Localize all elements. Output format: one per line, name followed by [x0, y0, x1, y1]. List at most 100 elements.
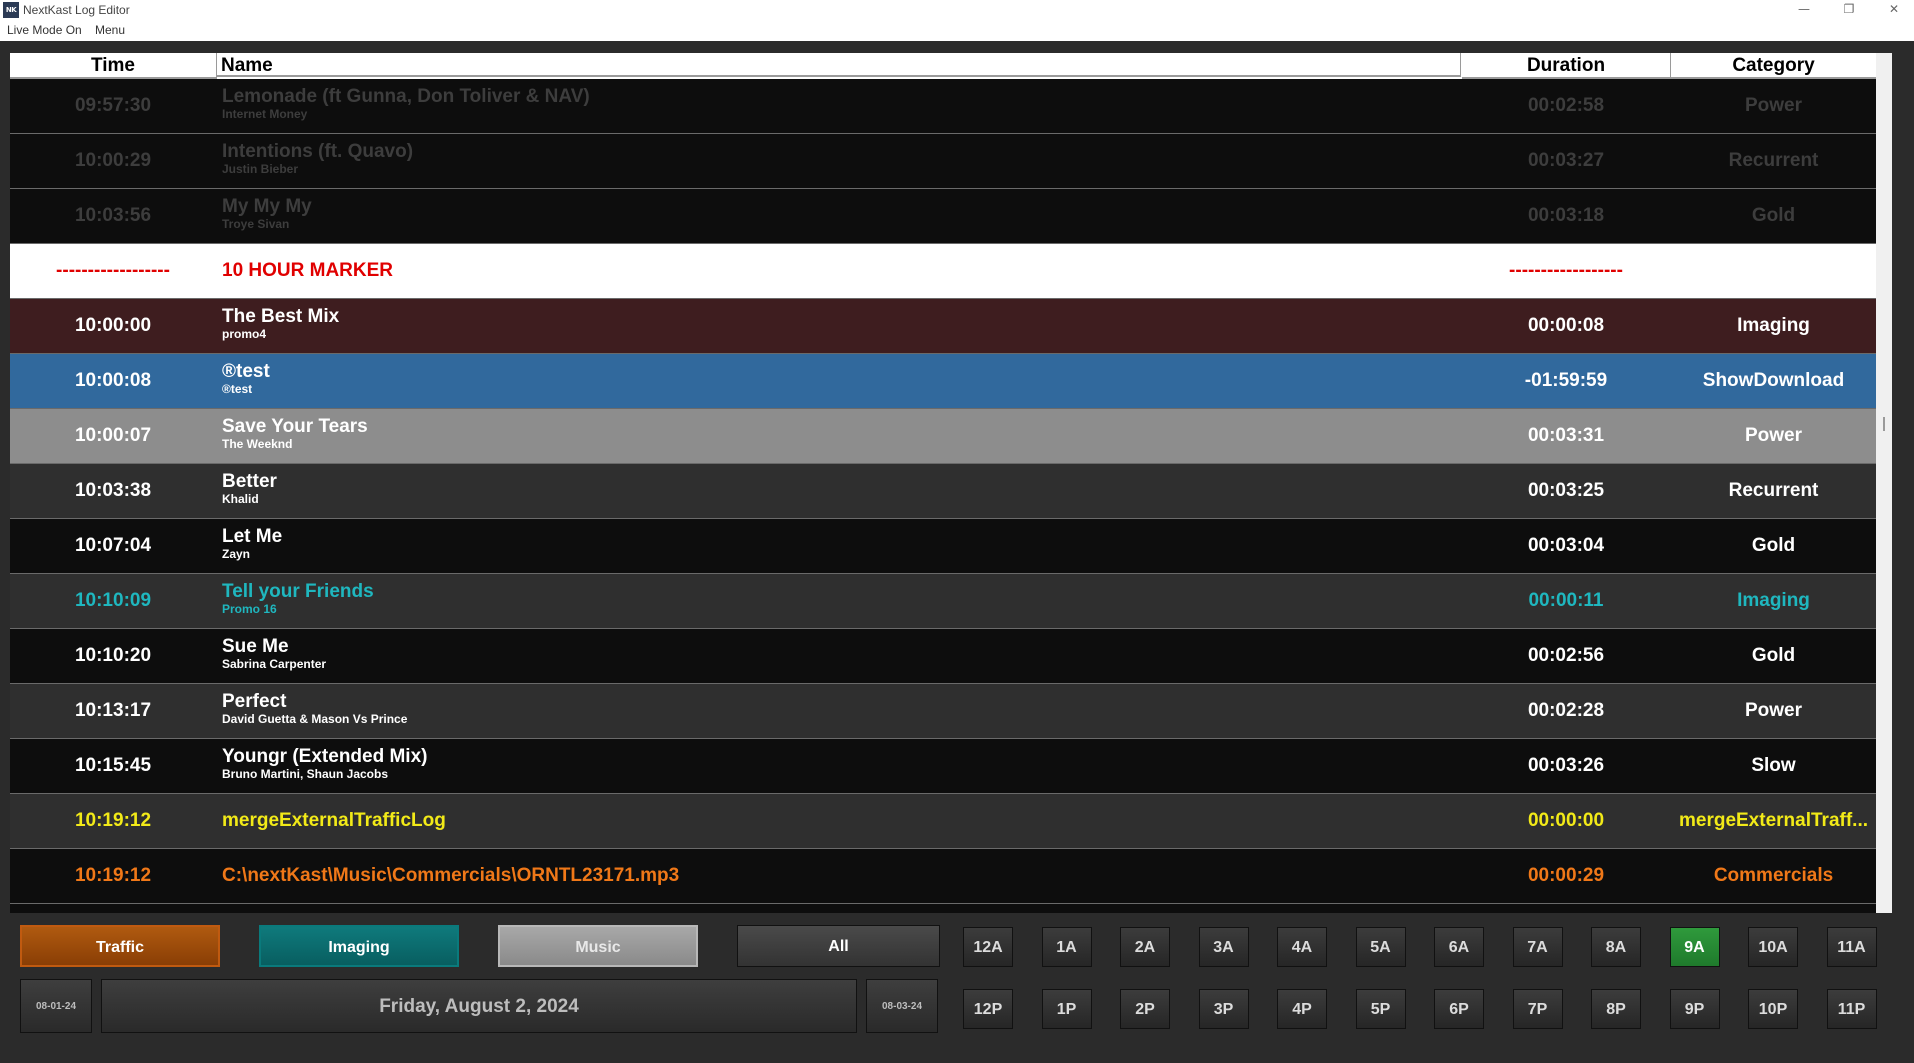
- hour-button-6a[interactable]: 6A: [1434, 927, 1484, 967]
- item-title: 10 HOUR MARKER: [222, 260, 394, 281]
- hour-button-2a[interactable]: 2A: [1120, 927, 1170, 967]
- item-artist: ®test: [222, 382, 253, 396]
- hour-button-9a[interactable]: 9A: [1669, 927, 1720, 967]
- column-header-time[interactable]: Time: [10, 53, 217, 79]
- hour-button-8p[interactable]: 8P: [1591, 989, 1641, 1029]
- item-artist: The Weeknd: [222, 437, 293, 451]
- column-header-name[interactable]: Name: [217, 53, 1461, 77]
- category-cell: Imaging: [1737, 315, 1810, 336]
- hour-button-11a[interactable]: 11A: [1826, 927, 1877, 967]
- item-title: Lemonade (ft Gunna, Don Toliver & NAV): [222, 86, 590, 107]
- duration-cell: 00:03:27: [1527, 150, 1605, 171]
- log-row[interactable]: 10:00:07 Save Your Tears The Weeknd 00:0…: [10, 409, 1876, 464]
- duration-cell: 00:00:08: [1527, 315, 1605, 336]
- duration-cell: 00:00:29: [1527, 865, 1605, 886]
- log-row[interactable]: 09:57:30 Lemonade (ft Gunna, Don Toliver…: [10, 79, 1876, 134]
- duration-cell: ------------------: [1509, 260, 1623, 281]
- hour-marker-row[interactable]: ------------------ 10 HOUR MARKER --------…: [10, 244, 1876, 299]
- hour-button-12a[interactable]: 12A: [963, 927, 1013, 967]
- duration-cell: 00:03:04: [1527, 535, 1605, 556]
- live-mode-menu[interactable]: Live Mode On: [7, 23, 82, 37]
- hour-button-5a[interactable]: 5A: [1355, 927, 1406, 967]
- name-cell: Perfect David Guetta & Mason Vs Prince: [222, 691, 1422, 737]
- close-icon[interactable]: ✕: [1874, 0, 1914, 20]
- log-row[interactable]: 10:13:17 Perfect David Guetta & Mason Vs…: [10, 684, 1876, 739]
- log-row[interactable]: 10:00:08 ®test ®test -01:59:59 ShowDownlo…: [10, 354, 1876, 409]
- category-cell: [1671, 244, 1876, 298]
- category-cell: Gold: [1751, 205, 1796, 226]
- hour-button-1p[interactable]: 1P: [1041, 989, 1092, 1029]
- main-menu[interactable]: Menu: [95, 23, 125, 37]
- log-row[interactable]: 10:07:04 Let Me Zayn 00:03:04 Gold: [10, 519, 1876, 574]
- time-cell: 10:07:04: [74, 535, 152, 556]
- log-row[interactable]: 10:15:45 Youngr (Extended Mix) Bruno Mar…: [10, 739, 1876, 794]
- log-row[interactable]: 10:10:09 Tell your Friends Promo 16 00:0…: [10, 574, 1876, 629]
- item-artist: David Guetta & Mason Vs Prince: [222, 712, 408, 726]
- category-cell: Power: [1744, 425, 1803, 446]
- time-cell: 10:13:17: [74, 700, 152, 721]
- hour-button-3p[interactable]: 3P: [1198, 989, 1249, 1029]
- hour-button-7a[interactable]: 7A: [1512, 927, 1563, 967]
- item-title: ®test: [222, 361, 270, 382]
- minimize-icon[interactable]: —: [1784, 0, 1824, 20]
- time-cell: 10:00:07: [74, 425, 152, 446]
- hour-button-1a[interactable]: 1A: [1041, 927, 1092, 967]
- column-header-duration[interactable]: Duration: [1462, 53, 1671, 79]
- traffic-filter-button[interactable]: Traffic: [20, 925, 220, 967]
- duration-cell: 00:02:56: [1527, 645, 1605, 666]
- music-filter-button[interactable]: Music: [498, 925, 698, 967]
- log-row[interactable]: 10:00:00 The Best Mix promo4 00:00:08 Ima…: [10, 299, 1876, 354]
- duration-cell: -01:59:59: [1524, 370, 1608, 391]
- restore-icon[interactable]: ❐: [1829, 0, 1869, 20]
- hour-button-3a[interactable]: 3A: [1198, 927, 1249, 967]
- name-cell: Sue Me Sabrina Carpenter: [222, 636, 1422, 682]
- name-cell: Better Khalid: [222, 471, 1422, 517]
- hour-button-7p[interactable]: 7P: [1512, 989, 1563, 1029]
- duration-cell: 00:03:25: [1527, 480, 1605, 501]
- time-cell: 10:00:08: [74, 370, 152, 391]
- item-title: Better: [222, 471, 277, 492]
- hour-button-5p[interactable]: 5P: [1355, 989, 1406, 1029]
- log-row[interactable]: 10:19:12 mergeExternalTrafficLog 00:00:00 m…: [10, 794, 1876, 849]
- next-day-button[interactable]: 08-03-24: [866, 979, 938, 1033]
- log-row[interactable]: 10:03:56 My My My Troye Sivan 00:03:18 Go…: [10, 189, 1876, 244]
- window-title: NextKast Log Editor: [23, 3, 130, 17]
- item-artist: Internet Money: [222, 107, 308, 121]
- vertical-scrollbar[interactable]: [1876, 53, 1892, 913]
- grid-header: Time Name Duration Category: [10, 53, 1876, 79]
- hour-button-2p[interactable]: 2P: [1120, 989, 1170, 1029]
- hour-button-10p[interactable]: 10P: [1748, 989, 1798, 1029]
- log-row[interactable]: 10:03:38 Better Khalid 00:03:25 Recurrent: [10, 464, 1876, 519]
- item-artist: Promo 16: [222, 602, 277, 616]
- time-cell: 10:19:12: [74, 865, 152, 886]
- category-cell: Commercials: [1713, 865, 1834, 886]
- category-cell: Recurrent: [1728, 480, 1819, 501]
- hour-button-4a[interactable]: 4A: [1277, 927, 1327, 967]
- time-cell: 10:10:20: [74, 645, 152, 666]
- hour-button-12p[interactable]: 12P: [963, 989, 1013, 1029]
- hour-button-10a[interactable]: 10A: [1748, 927, 1798, 967]
- item-artist: Zayn: [222, 547, 251, 561]
- name-cell: Intentions (ft. Quavo) Justin Bieber: [222, 141, 1422, 187]
- hour-button-11p[interactable]: 11P: [1826, 989, 1877, 1029]
- prev-day-button[interactable]: 08-01-24: [20, 979, 92, 1033]
- log-row[interactable]: 10:19:12 C:\nextKast\Music\Commercials\OR…: [10, 849, 1876, 904]
- item-title: Save Your Tears: [222, 416, 368, 437]
- item-title: Intentions (ft. Quavo): [222, 141, 414, 162]
- log-row[interactable]: 10:10:20 Sue Me Sabrina Carpenter 00:02:…: [10, 629, 1876, 684]
- hour-button-6p[interactable]: 6P: [1434, 989, 1484, 1029]
- log-grid: Time Name Duration Category 09:57:30 Lem…: [10, 53, 1876, 913]
- item-artist: Justin Bieber: [222, 162, 299, 176]
- hour-button-9p[interactable]: 9P: [1669, 989, 1720, 1029]
- category-cell: mergeExternalTraff...: [1678, 810, 1869, 831]
- hour-button-8a[interactable]: 8A: [1591, 927, 1641, 967]
- name-cell: Save Your Tears The Weeknd: [222, 416, 1422, 462]
- column-header-category[interactable]: Category: [1671, 53, 1876, 79]
- name-cell: Youngr (Extended Mix) Bruno Martini, Sha…: [222, 746, 1422, 792]
- scrollbar-thumb[interactable]: [1883, 417, 1885, 431]
- imaging-filter-button[interactable]: Imaging: [259, 925, 459, 967]
- all-filter-button[interactable]: All: [737, 925, 940, 967]
- log-row[interactable]: 10:00:29 Intentions (ft. Quavo) Justin B…: [10, 134, 1876, 189]
- category-cell: ShowDownload: [1702, 370, 1845, 391]
- hour-button-4p[interactable]: 4P: [1277, 989, 1327, 1029]
